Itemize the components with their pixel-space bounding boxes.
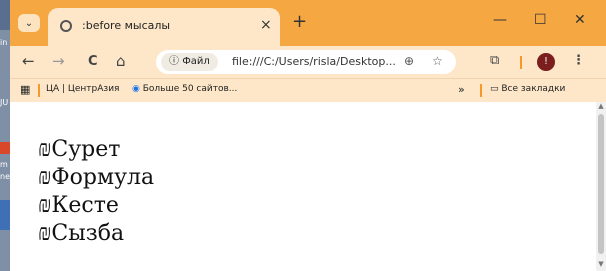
folder-icon: ▭ bbox=[490, 84, 502, 94]
vertical-scrollbar[interactable]: ▲ ▼ bbox=[596, 102, 606, 271]
bookmark-centrasia[interactable]: ЦА | ЦентрАзия bbox=[46, 84, 119, 94]
desktop-label: ne bbox=[0, 172, 10, 181]
site-info-label: Файл bbox=[182, 56, 210, 67]
all-bookmarks-label: Все закладки bbox=[501, 84, 566, 94]
apps-icon[interactable]: ▦ bbox=[20, 83, 30, 96]
tab-title: :before мысалы bbox=[82, 19, 171, 32]
home-button[interactable]: ⌂ bbox=[116, 52, 126, 70]
address-bar[interactable]: ⓘ Файл file:///C:/Users/risla/Desktop...… bbox=[156, 50, 456, 74]
maximize-button[interactable]: ☐ bbox=[534, 12, 547, 28]
list-item: ₪Формула bbox=[38, 165, 155, 190]
forward-button[interactable]: → bbox=[52, 52, 65, 70]
list-item: ₪Кесте bbox=[38, 193, 119, 218]
page-content: ₪Сурет ₪Формула ₪Кесте ₪Сызба bbox=[10, 102, 596, 271]
tab-search-button[interactable]: ⌄ bbox=[18, 14, 40, 32]
globe-icon bbox=[60, 20, 72, 32]
desktop-label: in bbox=[0, 38, 8, 47]
url-text: file:///C:/Users/risla/Desktop... bbox=[232, 55, 396, 68]
chevron-down-icon: ⌄ bbox=[24, 17, 34, 29]
desktop-background: in JU m ne bbox=[0, 0, 10, 271]
star-icon[interactable]: ☆ bbox=[432, 54, 443, 68]
desktop-label: m bbox=[0, 160, 8, 169]
back-button[interactable]: ← bbox=[22, 52, 35, 70]
info-icon: ⓘ bbox=[169, 56, 183, 67]
active-tab[interactable]: :before мысалы × bbox=[48, 8, 280, 46]
bookmark-label: Больше 50 сайтов... bbox=[142, 84, 238, 94]
scroll-up-arrow[interactable]: ▲ bbox=[596, 102, 606, 110]
scrollbar-thumb[interactable] bbox=[598, 114, 604, 254]
desktop-icon bbox=[0, 142, 10, 154]
zoom-icon[interactable]: ⊕ bbox=[404, 54, 414, 68]
desktop-strip bbox=[0, 0, 10, 30]
toolbar-divider bbox=[520, 56, 522, 69]
bookmarks-divider bbox=[480, 84, 482, 97]
minimize-button[interactable]: — bbox=[493, 12, 507, 28]
tab-close-button[interactable]: × bbox=[260, 17, 272, 33]
bookmarks-overflow-button[interactable]: » bbox=[458, 83, 465, 96]
extensions-icon[interactable]: ⧉ bbox=[490, 53, 499, 68]
reload-button[interactable]: C bbox=[88, 54, 98, 69]
close-window-button[interactable]: ✕ bbox=[574, 12, 586, 28]
profile-avatar[interactable]: ! bbox=[537, 53, 555, 71]
all-bookmarks-button[interactable]: ▭ Все закладки bbox=[490, 84, 565, 94]
site-info-chip[interactable]: ⓘ Файл bbox=[161, 53, 218, 71]
desktop-strip bbox=[0, 200, 10, 230]
browser-window: ⌄ :before мысалы × + — ☐ ✕ ← → C ⌂ ⓘ Фай… bbox=[10, 0, 606, 271]
title-bar: ⌄ :before мысалы × + — ☐ ✕ bbox=[10, 0, 606, 46]
bookmarks-divider bbox=[38, 84, 40, 97]
scroll-down-arrow[interactable]: ▼ bbox=[596, 260, 606, 268]
new-tab-button[interactable]: + bbox=[292, 11, 307, 32]
list-item: ₪Сурет bbox=[38, 137, 121, 162]
list-item: ₪Сызба bbox=[38, 221, 125, 246]
toolbar: ← → C ⌂ ⓘ Файл file:///C:/Users/risla/De… bbox=[10, 46, 606, 78]
bookmark-icon: ◉ bbox=[132, 84, 143, 94]
desktop-label: JU bbox=[0, 98, 9, 107]
bookmark-50-sites[interactable]: ◉ Больше 50 сайтов... bbox=[132, 84, 237, 94]
menu-icon[interactable]: ⋮ bbox=[572, 53, 585, 68]
bookmarks-bar: ▦ ЦА | ЦентрАзия ◉ Больше 50 сайтов... »… bbox=[10, 78, 606, 102]
